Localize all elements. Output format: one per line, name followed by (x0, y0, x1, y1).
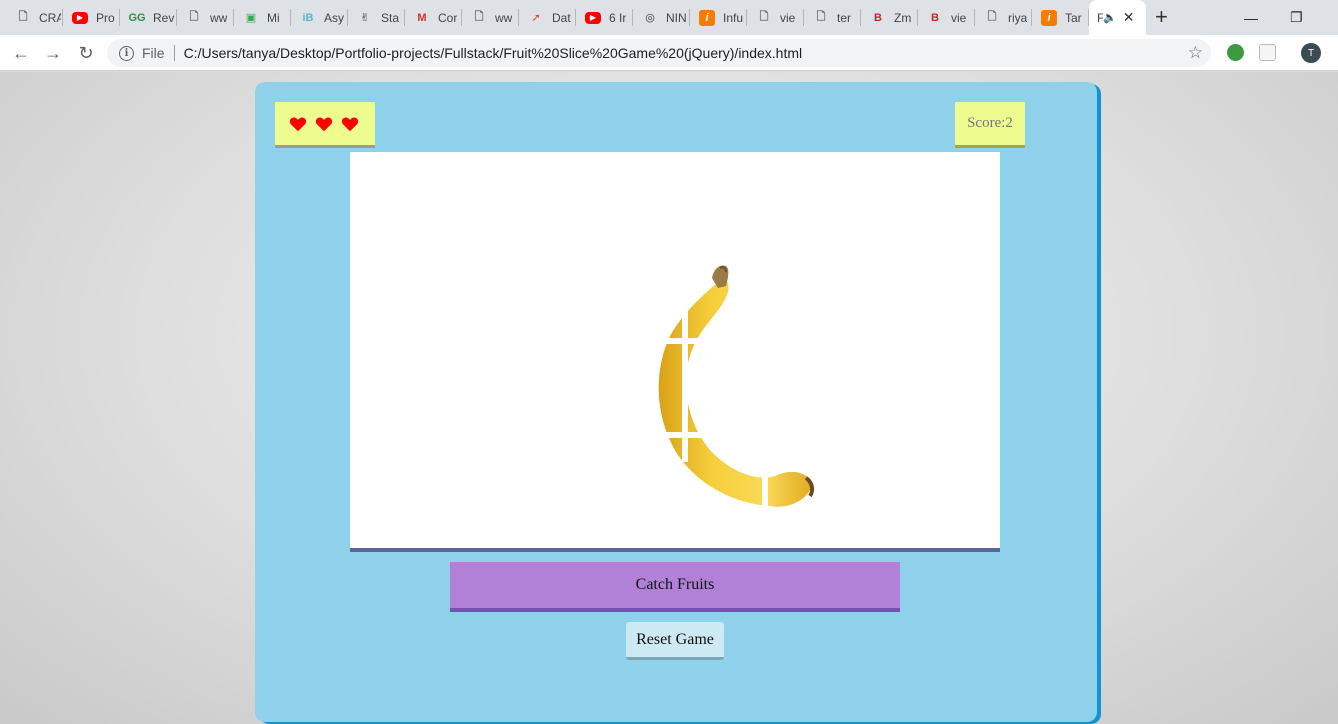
tab-label: vie (780, 10, 796, 25)
tab-label: 6 Ir (609, 10, 627, 25)
tab-list: 🗋 CRA ▶ Pro GG Rev 🗋 ww ▣ Mi iB Asy ✌ Sta M Cor 🗋 ww ➚ Dat ▶… (6, 0, 1146, 35)
tab-label: ter (837, 10, 852, 25)
tab-label: ww (210, 10, 228, 25)
b-icon: B (931, 11, 939, 24)
tab-label: Sta (381, 10, 400, 25)
orange-i-icon: i (699, 9, 715, 26)
profile-avatar[interactable]: T (1301, 43, 1321, 63)
doc-icon: 🗋 (189, 11, 199, 23)
address-bar[interactable]: i File C:/Users/tanya/Desktop/Portfolio-… (107, 39, 1211, 67)
tab-2[interactable]: GG Rev (120, 0, 177, 35)
tab-label: CRA (39, 10, 61, 25)
close-tab-icon[interactable]: ✕ (1123, 9, 1135, 26)
tab-label: Cor (438, 10, 458, 25)
green-box-icon: ▣ (245, 12, 257, 24)
doc-icon: 🗋 (474, 11, 484, 23)
tab-9[interactable]: ➚ Dat (519, 0, 576, 35)
ib-icon: iB (302, 11, 314, 24)
catch-fruits-button[interactable]: Catch Fruits (450, 562, 900, 612)
orange-i-icon: i (1041, 9, 1057, 26)
tab-label: vie (951, 10, 967, 25)
game-container: Score:2 Catch Fruits Reset Game (255, 82, 1097, 722)
fruit-area[interactable] (350, 152, 1000, 552)
tab-label: NIN (666, 10, 687, 25)
tab-label: Pro (96, 10, 115, 25)
heart-icon (289, 116, 307, 131)
tab-15[interactable]: B Zm (861, 0, 918, 35)
b-icon: B (874, 11, 882, 24)
gfg-icon: GG (128, 11, 146, 24)
tab-label: Mi (267, 10, 280, 25)
extension-green-icon[interactable] (1227, 44, 1244, 61)
score-box: Score:2 (955, 102, 1025, 145)
tab-18[interactable]: i Tar (1032, 0, 1089, 35)
tab-3[interactable]: 🗋 ww (177, 0, 234, 35)
tab-label: Rev (153, 10, 175, 25)
tab-7[interactable]: M Cor (405, 0, 462, 35)
doc-icon: 🗋 (18, 11, 28, 23)
info-icon[interactable]: i (119, 45, 134, 61)
tab-label: riya (1008, 10, 1028, 25)
tab-label: Infu (723, 10, 744, 25)
banana-fruit[interactable] (630, 262, 830, 512)
red-arrow-icon: ➚ (531, 12, 541, 24)
url-separator (173, 45, 175, 61)
lives-panel (275, 102, 375, 145)
url-text[interactable]: C:/Users/tanya/Desktop/Portfolio-project… (184, 45, 803, 61)
bookmark-star-icon[interactable]: ☆ (1188, 43, 1203, 63)
tab-label: Asy (324, 10, 345, 25)
tab-11[interactable]: ◎ NIN (633, 0, 690, 35)
tab-14[interactable]: 🗋 ter (804, 0, 861, 35)
browser-toolbar: ← → ↻ i File C:/Users/tanya/Desktop/Port… (0, 35, 1338, 71)
tab-label: Tar (1065, 10, 1082, 25)
doc-icon: 🗋 (759, 11, 769, 23)
tab-4[interactable]: ▣ Mi (234, 0, 291, 35)
minimize-icon[interactable]: — (1244, 0, 1258, 35)
doc-icon: 🗋 (987, 11, 997, 23)
url-scheme: File (142, 45, 165, 61)
heart-icon (341, 116, 359, 131)
back-icon[interactable]: ← (10, 42, 32, 64)
youtube-icon: ▶ (72, 11, 88, 24)
tab-17[interactable]: 🗋 riya (975, 0, 1032, 35)
youtube-icon: ▶ (585, 11, 601, 24)
tab-active[interactable]: F 🔈 ✕ (1089, 0, 1146, 35)
page-background: Score:2 Catch Fruits Reset Game (0, 72, 1338, 724)
tab-0[interactable]: 🗋 CRA (6, 0, 63, 35)
tab-10[interactable]: ▶ 6 Ir (576, 0, 633, 35)
peace-hand-icon: ✌ (360, 12, 370, 24)
tab-6[interactable]: ✌ Sta (348, 0, 405, 35)
tab-12[interactable]: i Infu (690, 0, 747, 35)
heart-icon (315, 116, 333, 131)
tab-1[interactable]: ▶ Pro (63, 0, 120, 35)
reload-icon[interactable]: ↻ (75, 42, 97, 64)
speaker-icon[interactable]: 🔈 (1103, 11, 1117, 24)
globe-icon: ◎ (645, 12, 655, 24)
reset-game-button[interactable]: Reset Game (626, 622, 724, 660)
tab-16[interactable]: Bvie (918, 0, 975, 35)
extension-square-icon[interactable] (1259, 44, 1276, 61)
browser-tab-strip: 🗋 CRA ▶ Pro GG Rev 🗋 ww ▣ Mi iB Asy ✌ Sta M Cor 🗋 ww ➚ Dat ▶… (0, 0, 1338, 35)
tab-label: Zm (894, 10, 912, 25)
tab-13[interactable]: 🗋 vie (747, 0, 804, 35)
tab-8[interactable]: 🗋 ww (462, 0, 519, 35)
tab-5[interactable]: iB Asy (291, 0, 348, 35)
restore-icon[interactable]: ❐ (1290, 0, 1303, 35)
forward-icon[interactable]: → (42, 42, 64, 64)
new-tab-button[interactable]: + (1155, 6, 1168, 28)
doc-icon: 🗋 (816, 11, 826, 23)
tab-label: ww (495, 10, 513, 25)
gmail-icon: M (417, 11, 427, 24)
tab-label: Dat (552, 10, 571, 25)
